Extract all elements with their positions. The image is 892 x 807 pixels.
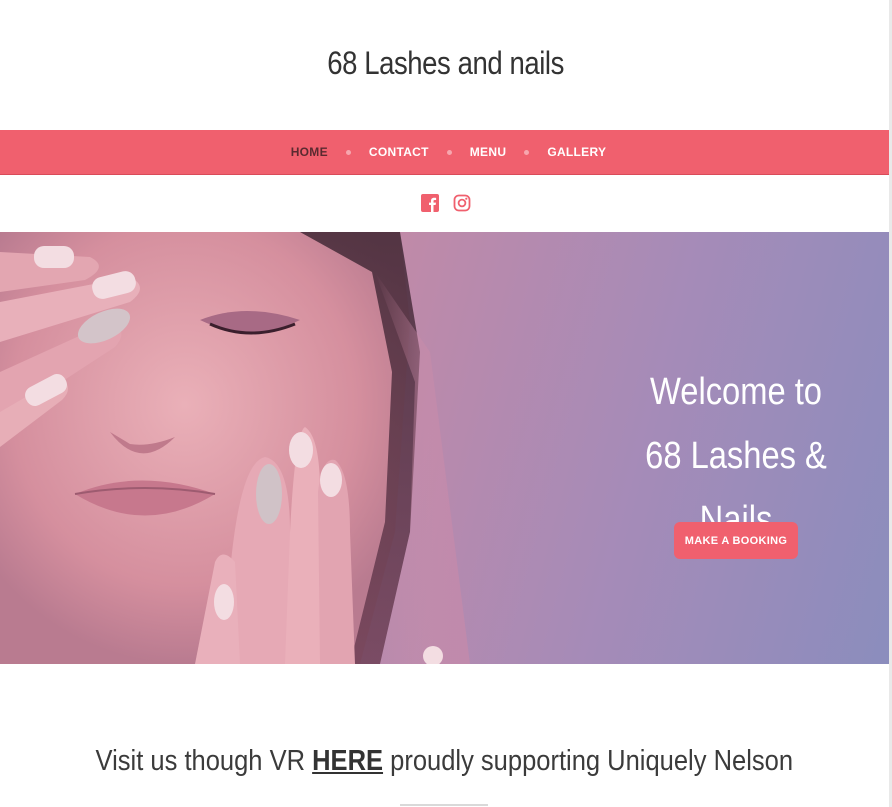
make-booking-button[interactable]: MAKE A BOOKING — [674, 522, 798, 559]
nav-separator-dot — [345, 149, 351, 155]
hero-line-welcome: Welcome to — [650, 371, 822, 413]
nav-item-contact[interactable]: CONTACT — [369, 145, 429, 159]
vr-suffix-text: proudly supporting Uniquely Nelson — [383, 745, 794, 777]
site-title[interactable]: 68 Lashes and nails — [328, 45, 565, 82]
section-divider — [400, 804, 488, 806]
page: 68 Lashes and nails HOME CONTACT MENU GA… — [0, 0, 892, 807]
nav-separator-dot — [446, 149, 452, 155]
social-links — [0, 194, 892, 212]
facebook-icon[interactable] — [421, 194, 439, 212]
main-nav: HOME CONTACT MENU GALLERY — [0, 130, 889, 175]
vr-promo-text: Visit us though VR HERE proudly supporti… — [0, 745, 889, 778]
instagram-icon[interactable] — [453, 194, 471, 212]
vr-prefix-text: Visit us though VR — [95, 745, 313, 777]
nav-separator-dot — [524, 149, 530, 155]
vr-here-link[interactable]: HERE — [312, 745, 383, 777]
nav-item-gallery[interactable]: GALLERY — [547, 145, 606, 159]
nav-list: HOME CONTACT MENU GALLERY — [291, 143, 607, 161]
nav-item-home[interactable]: HOME — [291, 145, 328, 159]
nav-item-menu[interactable]: MENU — [470, 145, 507, 159]
site-header: 68 Lashes and nails — [0, 0, 892, 130]
hero-banner: Welcome to 68 Lashes & Nails MAKE A BOOK… — [0, 232, 889, 664]
